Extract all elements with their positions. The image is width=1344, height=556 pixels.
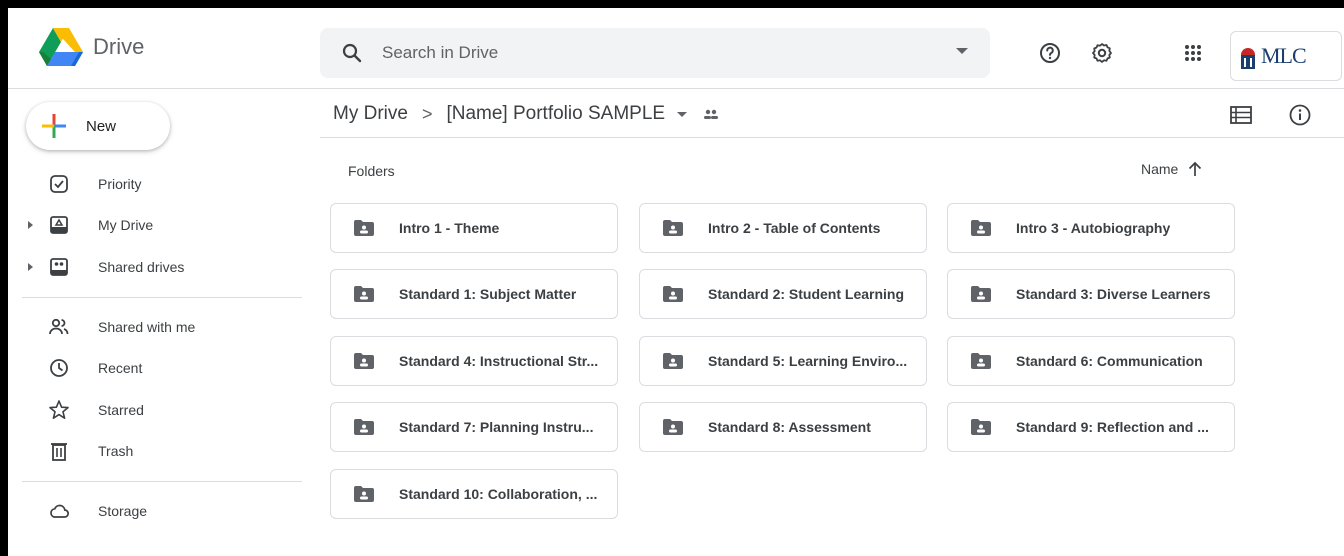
search-input[interactable] — [380, 42, 904, 64]
shared-folder-icon — [971, 286, 991, 302]
sidebar-item-starred[interactable]: Starred — [8, 394, 308, 426]
shared-folder-icon — [971, 419, 991, 435]
shared-folder-icon — [663, 220, 683, 236]
folder-name: Standard 9: Reflection and ... — [1016, 419, 1209, 435]
sidebar-item-label: Recent — [98, 360, 143, 376]
folder-tile[interactable]: Standard 7: Planning Instru... — [330, 402, 618, 452]
sidebar-item-trash[interactable]: Trash — [8, 435, 308, 467]
expand-arrow-icon[interactable] — [28, 263, 33, 271]
settings-icon[interactable] — [1090, 41, 1114, 65]
app-name: Drive — [93, 34, 145, 59]
folders-section-title: Folders — [348, 163, 395, 179]
trash-icon — [51, 443, 67, 461]
breadcrumb-separator: > — [421, 103, 433, 124]
cloud-icon — [50, 504, 69, 518]
sidebar-item-my-drive[interactable]: My Drive — [8, 209, 308, 241]
sidebar-item-label: Starred — [98, 402, 144, 418]
folder-name: Standard 7: Planning Instru... — [399, 419, 594, 435]
drive-logo[interactable]: Drive — [39, 28, 144, 66]
sidebar-item-shared-with-me[interactable]: Shared with me — [8, 311, 308, 343]
sidebar-item-label: Trash — [98, 443, 134, 459]
folder-tile[interactable]: Intro 3 - Autobiography — [947, 203, 1235, 253]
sidebar-item-storage[interactable]: Storage — [8, 495, 308, 527]
sidebar-item-label: Storage — [98, 503, 148, 519]
folder-name: Standard 3: Diverse Learners — [1016, 286, 1211, 302]
sidebar-item-label: Shared with me — [98, 319, 196, 335]
header-divider — [8, 88, 1344, 89]
shared-folder-icon — [663, 286, 683, 302]
folder-tile[interactable]: Standard 9: Reflection and ... — [947, 402, 1235, 452]
folder-tile[interactable]: Intro 1 - Theme — [330, 203, 618, 253]
expand-arrow-icon[interactable] — [28, 221, 33, 229]
folder-name: Standard 2: Student Learning — [708, 286, 905, 302]
folder-name: Standard 5: Learning Enviro... — [708, 353, 908, 369]
sidebar-divider — [22, 297, 302, 298]
folder-name: Intro 1 - Theme — [399, 220, 500, 236]
mlc-logo-icon — [1241, 48, 1255, 69]
folder-tile[interactable]: Intro 2 - Table of Contents — [639, 203, 927, 253]
sort-label: Name — [1141, 161, 1179, 177]
breadcrumb-divider — [320, 137, 1344, 138]
help-icon[interactable] — [1038, 41, 1062, 65]
shared-with-me-icon — [49, 318, 69, 335]
google-drive-icon — [39, 28, 83, 66]
folder-name: Standard 6: Communication — [1016, 353, 1203, 369]
folder-tile[interactable]: Standard 3: Diverse Learners — [947, 269, 1235, 319]
account-label: MLC — [1261, 43, 1307, 68]
breadcrumb-current[interactable]: [Name] Portfolio SAMPLE — [446, 103, 665, 125]
my-drive-icon — [50, 216, 68, 234]
folder-tile[interactable]: Standard 6: Communication — [947, 336, 1235, 386]
folder-tile[interactable]: Standard 5: Learning Enviro... — [639, 336, 927, 386]
folder-name: Intro 2 - Table of Contents — [708, 220, 881, 236]
priority-icon — [50, 175, 68, 193]
apps-grid-icon[interactable] — [1181, 41, 1205, 65]
shared-folder-icon — [354, 486, 374, 502]
search-icon[interactable] — [340, 41, 364, 65]
breadcrumb: My Drive > [Name] Portfolio SAMPLE — [333, 100, 721, 128]
list-view-icon[interactable] — [1230, 106, 1252, 124]
plus-icon — [42, 114, 66, 138]
folder-tile[interactable]: Standard 4: Instructional Str... — [330, 336, 618, 386]
sidebar-item-shared-drives[interactable]: Shared drives — [8, 251, 308, 283]
new-button-label: New — [86, 117, 117, 135]
search-options-icon[interactable] — [956, 48, 968, 54]
sidebar-divider — [22, 481, 302, 482]
drive-window: Drive MLC — [8, 8, 1344, 556]
shared-folder-icon — [971, 353, 991, 369]
shared-folder-icon — [971, 220, 991, 236]
shared-folder-icon — [354, 220, 374, 236]
shared-folder-icon — [663, 353, 683, 369]
folder-name: Standard 1: Subject Matter — [399, 286, 577, 302]
folder-name: Standard 8: Assessment — [708, 419, 871, 435]
folder-tile[interactable]: Standard 10: Collaboration, ... — [330, 469, 618, 519]
shared-folder-icon — [704, 109, 719, 119]
new-button[interactable]: New — [26, 102, 170, 150]
info-icon[interactable] — [1288, 103, 1312, 127]
arrow-up-icon[interactable] — [1188, 161, 1202, 177]
folder-menu-dropdown-icon[interactable] — [677, 111, 688, 117]
folder-tile[interactable]: Standard 8: Assessment — [639, 402, 927, 452]
folder-name: Intro 3 - Autobiography — [1016, 220, 1171, 236]
shared-folder-icon — [354, 286, 374, 302]
folder-name: Standard 4: Instructional Str... — [399, 353, 599, 369]
folder-tile[interactable]: Standard 1: Subject Matter — [330, 269, 618, 319]
sidebar-item-label: My Drive — [98, 217, 154, 233]
recent-icon — [50, 359, 68, 377]
shared-folder-icon — [663, 419, 683, 435]
star-icon — [49, 400, 69, 420]
folder-tile[interactable]: Standard 2: Student Learning — [639, 269, 927, 319]
shared-drives-icon — [50, 258, 68, 276]
sidebar-item-priority[interactable]: Priority — [8, 168, 308, 200]
search-bar[interactable] — [320, 28, 990, 78]
shared-folder-icon — [354, 419, 374, 435]
breadcrumb-root[interactable]: My Drive — [333, 103, 408, 125]
sidebar-item-recent[interactable]: Recent — [8, 352, 308, 384]
sort-by-name-button[interactable]: Name — [1141, 161, 1202, 177]
sidebar-item-label: Shared drives — [98, 259, 185, 275]
shared-folder-icon — [354, 353, 374, 369]
folder-name: Standard 10: Collaboration, ... — [399, 486, 598, 502]
sidebar-item-label: Priority — [98, 176, 142, 192]
account-button[interactable]: MLC — [1230, 31, 1342, 81]
